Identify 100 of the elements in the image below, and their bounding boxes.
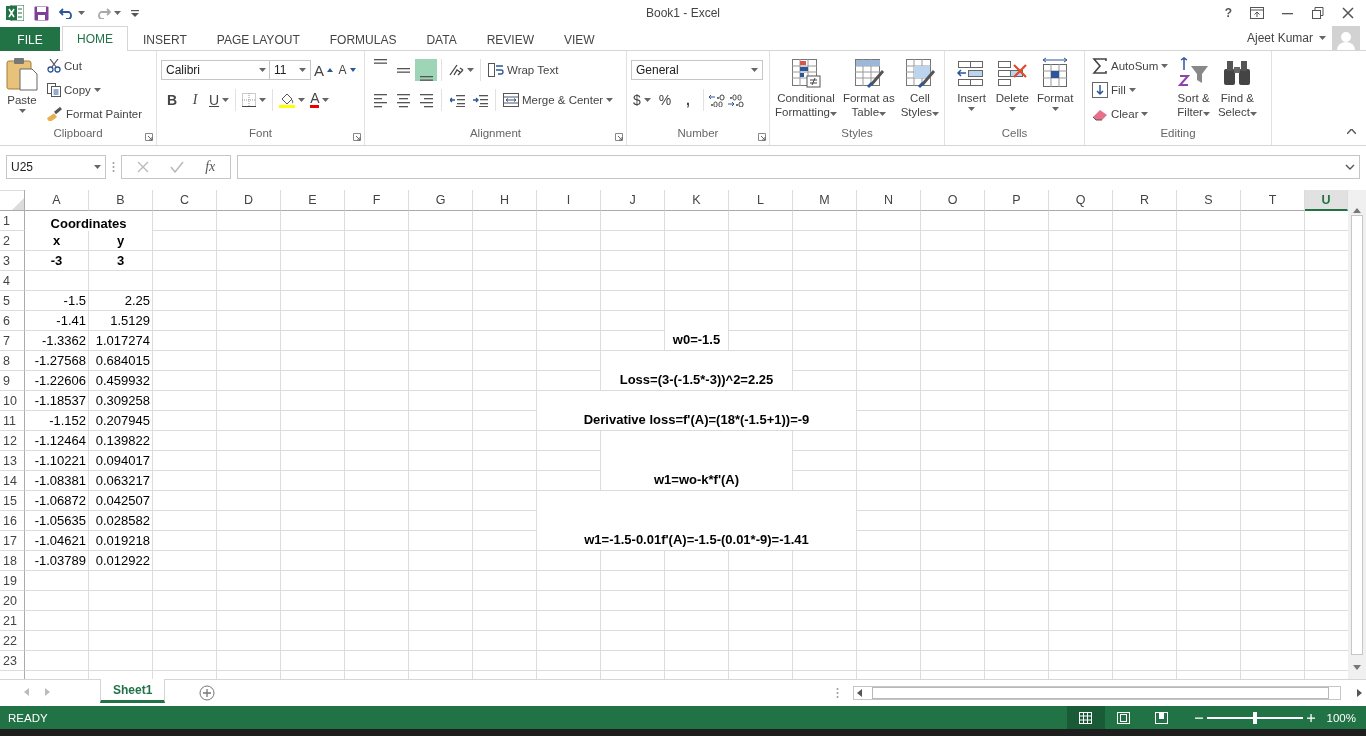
align-lines-icon [395, 67, 411, 73]
comma-button[interactable]: , [677, 89, 699, 111]
merge-center-button[interactable]: Merge & Center [500, 89, 617, 111]
caret-icon [259, 68, 266, 72]
sigma-icon [1092, 58, 1108, 74]
insert-function-button[interactable]: fx [205, 159, 216, 175]
column-header[interactable]: S [1177, 190, 1241, 211]
column-header[interactable]: R [1113, 190, 1177, 211]
column-header[interactable]: M [793, 190, 857, 211]
sheet-tab[interactable]: Sheet1 [100, 679, 166, 703]
column-header[interactable]: E [281, 190, 345, 211]
column-header[interactable]: G [409, 190, 473, 211]
caret-icon [1202, 112, 1210, 116]
formula-field[interactable] [237, 155, 1360, 179]
font-style-button[interactable]: U [207, 89, 232, 111]
font-color-button[interactable]: A [308, 89, 332, 111]
ribbon-tab[interactable]: PAGE LAYOUT [201, 28, 315, 51]
editing-button[interactable]: Find & Select [1215, 55, 1259, 127]
column-header[interactable]: I [537, 190, 601, 211]
conditional-format-icon [789, 57, 822, 89]
scrollbar-thumb[interactable] [1351, 215, 1363, 655]
column-header[interactable]: Q [1049, 190, 1113, 211]
style-button[interactable]: Conditional Formatting [772, 55, 839, 127]
group-label: Font [249, 127, 272, 139]
up-triangle-icon [327, 68, 333, 72]
paste-button[interactable]: Paste [4, 55, 40, 127]
scrollbar-thumb[interactable] [872, 687, 1329, 699]
eraser-icon [1092, 107, 1108, 121]
table-cell: Derivative loss=f'(A)=(18*(-1.5+1))=-9 [537, 391, 857, 431]
cells-button[interactable]: Insert [953, 55, 990, 127]
ribbon-tab[interactable]: VIEW [549, 28, 610, 51]
ribbon-tab[interactable]: DATA [411, 28, 472, 51]
editing-button[interactable]: AutoSum [1089, 55, 1172, 77]
cells-button[interactable]: Format [1034, 55, 1076, 127]
dialog-launcher-icon [353, 133, 361, 141]
column-header[interactable]: T [1241, 190, 1305, 211]
font-style-button[interactable]: B [161, 89, 183, 111]
column-header[interactable]: F [345, 190, 409, 211]
ribbon-tab[interactable]: REVIEW [471, 28, 549, 51]
number-format-field[interactable]: General [631, 60, 763, 80]
column-header[interactable]: U [1305, 190, 1348, 211]
editing-button[interactable]: Sort & Filter [1175, 55, 1212, 127]
cut-button[interactable]: Cut [44, 55, 146, 77]
column-header[interactable]: N [857, 190, 921, 211]
wrap-text-button[interactable]: Wrap Text [485, 59, 562, 81]
column-header[interactable]: C [153, 190, 217, 211]
customize-icon [131, 9, 139, 17]
copy-button[interactable]: Copy [44, 79, 146, 101]
group-label: Cells [1001, 127, 1028, 139]
column-header[interactable]: J [601, 190, 665, 211]
sort-filter-icon [1177, 57, 1210, 89]
column-header[interactable]: P [985, 190, 1049, 211]
vertical-align-button[interactable] [415, 59, 437, 81]
name-box[interactable]: U25 [6, 155, 106, 179]
font-size-field[interactable]: 11 [269, 60, 311, 80]
editing-button[interactable]: Fill [1089, 79, 1172, 101]
style-button[interactable]: Cell Styles [898, 55, 942, 127]
column-header[interactable]: B [89, 190, 153, 211]
caret-icon [1319, 36, 1326, 40]
scroll-up-icon [1353, 208, 1361, 213]
column-header[interactable]: D [217, 190, 281, 211]
caret-icon [298, 98, 306, 102]
shrink-font-button[interactable]: A [336, 59, 358, 81]
column-header[interactable]: L [729, 190, 793, 211]
ribbon-tab[interactable]: FORMULAS [314, 28, 412, 51]
column-header[interactable]: H [473, 190, 537, 211]
status-text: READY [8, 711, 48, 724]
font-style-button[interactable]: I [184, 89, 206, 111]
ribbon-tab[interactable]: HOME [62, 26, 128, 51]
view-button[interactable] [1066, 706, 1105, 729]
zoom-level[interactable]: 100% [1318, 711, 1356, 724]
editing-button[interactable]: Clear [1089, 103, 1172, 125]
row-header[interactable]: 22 [0, 631, 25, 651]
percent-button[interactable]: % [654, 89, 676, 111]
help-button[interactable]: ? [1224, 6, 1232, 20]
file-tab[interactable]: FILE [0, 27, 60, 51]
cells-button[interactable]: Delete [993, 55, 1031, 127]
merge-cells-icon [503, 93, 519, 107]
paint-bucket-icon [279, 92, 296, 108]
caret-icon [932, 112, 940, 116]
column-header[interactable]: A [25, 190, 89, 211]
outdent-icon [449, 93, 465, 107]
grow-font-button[interactable]: A [312, 59, 335, 81]
ribbon-tab[interactable]: INSERT [128, 28, 202, 51]
row-header[interactable]: 19 [0, 571, 25, 591]
table-brush-icon [852, 57, 885, 89]
currency-button[interactable]: $ [631, 89, 653, 111]
row-header[interactable]: 23 [0, 651, 25, 671]
fill-down-icon [1092, 82, 1108, 98]
font-name-field[interactable]: Calibri [161, 60, 271, 80]
user-name[interactable]: Ajeet Kumar [1246, 31, 1313, 45]
column-header[interactable]: K [665, 190, 729, 211]
slider-thumb[interactable] [1252, 711, 1257, 724]
row-header[interactable]: 4 [0, 271, 25, 291]
style-button[interactable]: Format as Table [840, 55, 897, 127]
format-painter-button[interactable]: Format Painter [44, 103, 146, 125]
column-header[interactable]: O [921, 190, 985, 211]
row-header[interactable]: 21 [0, 611, 25, 631]
add-sheet-icon [199, 685, 216, 701]
row-header[interactable]: 20 [0, 591, 25, 611]
